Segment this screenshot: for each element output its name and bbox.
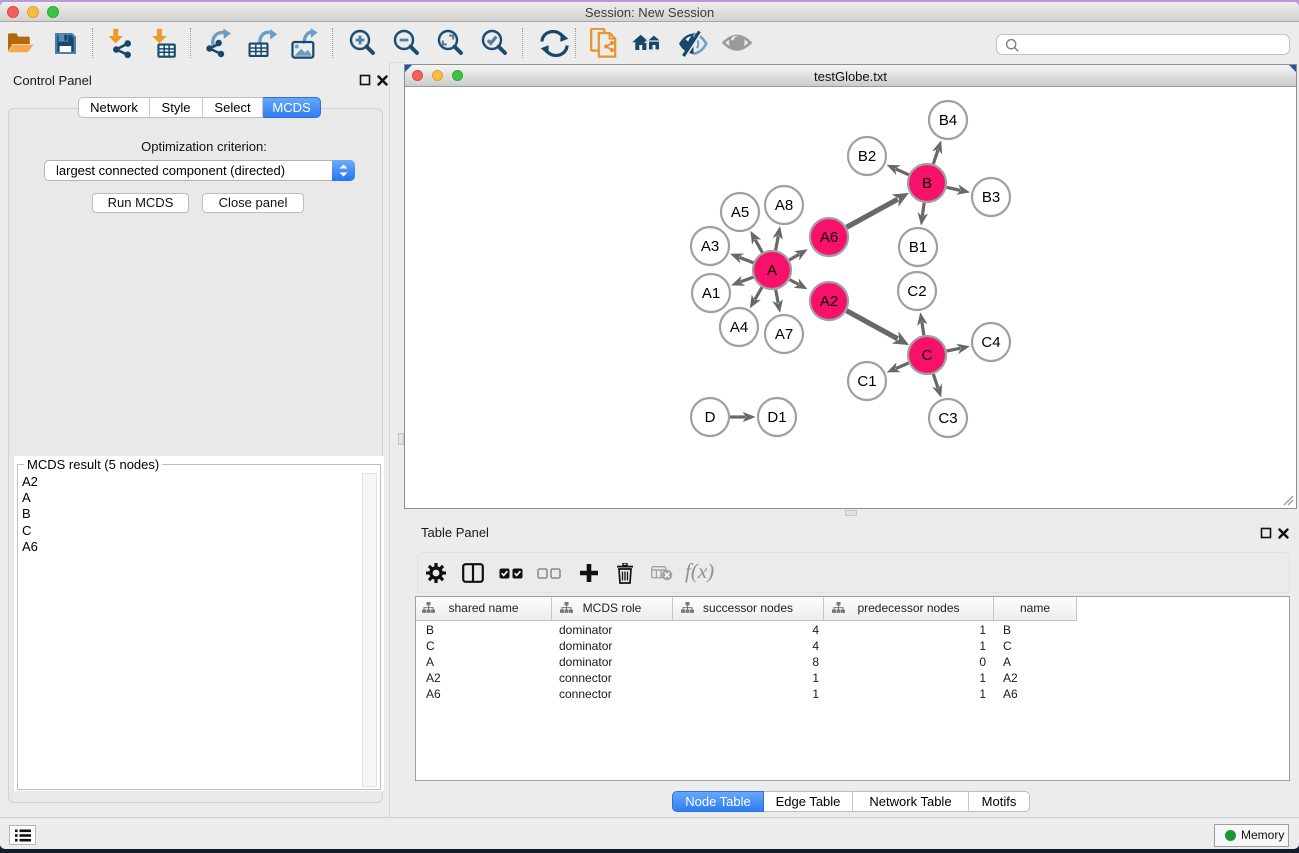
- svg-text:B2: B2: [858, 148, 876, 165]
- svg-text:D: D: [705, 409, 716, 426]
- svg-text:B: B: [922, 175, 932, 192]
- svg-text:C1: C1: [857, 373, 876, 390]
- svg-text:A8: A8: [775, 197, 793, 214]
- svg-text:A3: A3: [701, 238, 719, 255]
- svg-text:A1: A1: [702, 285, 720, 302]
- svg-text:A: A: [767, 262, 777, 279]
- svg-text:B1: B1: [909, 239, 927, 256]
- svg-text:D1: D1: [767, 409, 786, 426]
- svg-text:C2: C2: [907, 283, 926, 300]
- svg-text:A4: A4: [730, 319, 748, 336]
- svg-text:C3: C3: [938, 410, 957, 427]
- svg-text:A5: A5: [731, 204, 749, 221]
- svg-text:C: C: [922, 347, 933, 364]
- svg-text:B3: B3: [982, 189, 1000, 206]
- svg-text:B4: B4: [939, 112, 957, 129]
- svg-text:A6: A6: [820, 229, 838, 246]
- svg-text:A2: A2: [820, 293, 838, 310]
- svg-text:A7: A7: [775, 326, 793, 343]
- svg-text:C4: C4: [981, 334, 1000, 351]
